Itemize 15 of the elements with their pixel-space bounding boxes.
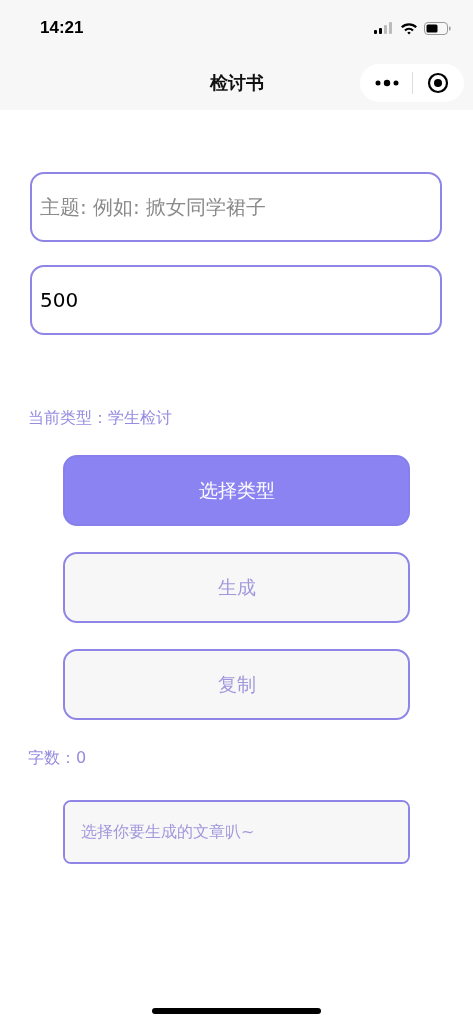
wifi-icon [400,21,418,35]
output-field[interactable]: 选择你要生成的文章叭~ [63,800,410,864]
count-field[interactable]: 500 [30,265,442,335]
more-icon[interactable] [374,79,399,87]
page-title: 检讨书 [209,71,264,95]
word-count-label: 字数：0 [28,748,88,769]
current-type-label: 当前类型：学生检讨 [28,408,173,429]
action-button[interactable]: 选择类型 [63,455,410,526]
topic-field[interactable]: 主题: 例如: 掀女同学裙子 [30,172,442,242]
battery-icon [424,21,451,35]
close-icon[interactable] [427,72,450,94]
action-button[interactable]: 复制 [63,649,410,720]
signal-icon [374,22,394,34]
status-time: 14:21 [40,18,84,38]
action-button[interactable]: 生成 [63,552,410,623]
